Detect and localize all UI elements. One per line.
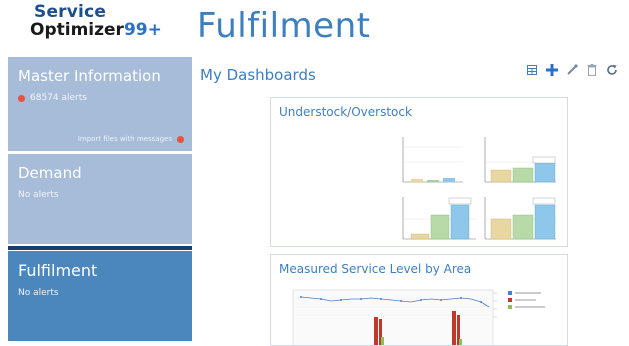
logo-line-2: Optimizer99+ [30,22,180,39]
dashboards-heading: My Dashboards [200,66,316,84]
logo-word: Optimizer [30,20,124,40]
alert-count-text: No alerts [18,190,59,200]
card-title: Measured Service Level by Area [279,262,472,276]
mini-chart-top-right [484,137,556,183]
grid-icon[interactable] [526,64,538,76]
dashboard-card-understock[interactable]: Understock/Overstock [270,97,568,247]
card-title: Understock/Overstock [279,105,412,119]
mini-chart-bottom-left [402,197,476,240]
sidebar-item-fulfilment[interactable]: Fulfilment No alerts [8,251,192,341]
mini-chart-top-left [402,137,463,183]
mini-chart-bottom-right [484,197,556,240]
refresh-icon[interactable] [606,64,618,76]
service-level-chart-thumbnail [292,289,545,345]
alert-dot-icon [18,94,25,102]
import-files-link-text: Import files with messages [77,135,172,143]
logo-line-1: Service [34,2,107,22]
page-title: Fulfilment [197,6,371,46]
add-icon[interactable] [546,64,558,76]
app-logo: Service Optimizer99+ [30,4,180,39]
alert-dot-icon [177,135,184,143]
sidebar-item-master-information[interactable]: Master Information 68574 alerts Import f… [8,57,192,151]
sidebar-item-title: Demand [18,164,82,182]
understock-chart-thumbnail [402,137,556,240]
alert-count-text: No alerts [18,288,59,298]
dashboard-toolbar [526,64,618,76]
sidebar-item-demand[interactable]: Demand No alerts [8,154,192,244]
edit-icon[interactable] [566,64,578,76]
alert-count-text: 68574 alerts [30,93,87,103]
logo-number: 99+ [123,20,162,40]
chart-legend [508,291,545,309]
dashboard-card-service-level[interactable]: Measured Service Level by Area [270,254,568,346]
delete-icon[interactable] [586,64,598,76]
sidebar-item-title: Master Information [18,67,161,85]
import-files-link[interactable]: Import files with messages [78,135,184,143]
alert-count: 68574 alerts [18,93,182,103]
sidebar-item-title: Fulfilment [18,261,98,280]
active-indicator [8,246,192,250]
